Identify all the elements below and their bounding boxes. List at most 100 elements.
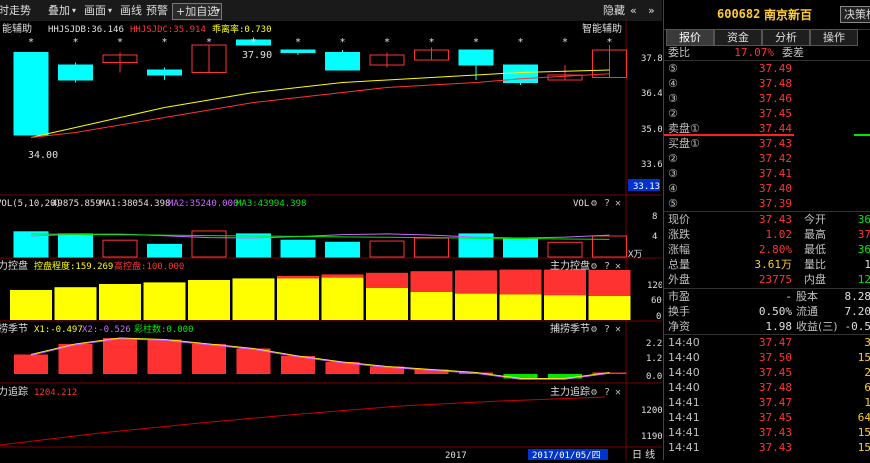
star-marker: *: [295, 37, 301, 48]
zlkp-degree-label: 控盘程度:159.269: [34, 260, 113, 272]
bljj-col-label: 彩柱数:0.000: [134, 323, 194, 335]
expand-right-icon[interactable]: »: [648, 3, 655, 18]
zlkp-title-left: 力控盘: [0, 259, 28, 272]
tick-price: 37.45: [758, 366, 792, 379]
star-marker: *: [117, 37, 123, 48]
axis-label: 0.0: [646, 372, 662, 382]
main-panel-title: 能辅助: [2, 22, 32, 35]
star-marker: *: [384, 37, 390, 48]
tick-row: 14:40 37.50 15: [664, 350, 870, 365]
volume-bar: [147, 243, 182, 258]
star-marker: *: [251, 37, 257, 48]
candle-body: [147, 69, 182, 76]
close-icon[interactable]: ✕: [615, 198, 621, 209]
sell-level-row: 卖盘① 37.44: [664, 121, 870, 136]
stat-value: 12: [857, 273, 870, 286]
ma2-label: MA2:35240.000: [168, 199, 238, 209]
stat2-row: 净资 1.98 收益(三) -0.5: [664, 319, 870, 334]
toolbar-draw[interactable]: 画线: [120, 3, 142, 18]
help-icon[interactable]: ?: [604, 387, 610, 398]
control-bar-yellow: [588, 296, 631, 320]
gear-icon[interactable]: ⚙: [590, 387, 597, 398]
tick-price: 37.43: [758, 426, 792, 439]
buy-level-label: ②: [668, 152, 678, 165]
control-bar-yellow: [366, 288, 408, 320]
gear-icon[interactable]: ⚙: [590, 198, 597, 209]
stat-label: 量比: [804, 258, 826, 271]
tick-price: 37.50: [758, 351, 792, 364]
control-bar-yellow: [54, 287, 97, 320]
sell-level-price: 37.46: [758, 92, 792, 105]
stat-row: 现价 37.43 今开 36: [664, 212, 870, 227]
weibi-value: 17.07%: [734, 46, 774, 59]
star-marker: *: [162, 37, 168, 48]
buy-level-row: ⑤ 37.39: [664, 196, 870, 211]
axis-label: 1200: [641, 406, 662, 416]
tab-analysis[interactable]: 分析: [762, 29, 810, 46]
add-watchlist-button[interactable]: +加自选: [172, 3, 223, 20]
high-mark-label: 37.90: [242, 50, 272, 61]
period-label[interactable]: 日 线: [632, 448, 655, 461]
tab-operation[interactable]: 操作: [810, 29, 858, 46]
gear-icon[interactable]: ⚙: [590, 324, 597, 335]
hide-button[interactable]: 隐藏: [603, 3, 625, 18]
zlzz-title-left: 力追踪: [0, 385, 28, 398]
candle-body: [458, 49, 494, 66]
stat2-row: 市盈 - 股本 8.28: [664, 289, 870, 304]
buy-level-price: 37.40: [758, 182, 792, 195]
stat-label: 最低: [804, 243, 826, 256]
control-bar-red: [499, 269, 542, 295]
season-bar: [58, 344, 93, 374]
tick-row: 14:40 37.47 3: [664, 335, 870, 350]
bljj-title: 捕捞季节: [550, 322, 590, 335]
help-icon[interactable]: ?: [604, 198, 610, 209]
hhjsjdc-label: HHJSJDC:35.914: [130, 25, 206, 35]
stock-name: 南京新百: [764, 8, 813, 22]
season-bar: [14, 354, 48, 374]
decision-button[interactable]: 决策框: [840, 6, 870, 23]
kline-chart[interactable]: 能辅助 HHJSJDB:36.146 HHJSJDC:35.914 乖离率:0.…: [0, 21, 663, 461]
collapse-left-icon[interactable]: «: [630, 3, 637, 18]
chevron-down-icon[interactable]: ▾: [72, 3, 76, 18]
axis-label: 8: [652, 212, 657, 222]
buy-level-label: ④: [668, 182, 678, 195]
volume-bar: [503, 237, 538, 258]
control-bar-yellow: [410, 292, 453, 320]
stat-label: 现价: [668, 213, 690, 226]
toolbar-intraday[interactable]: 时走势: [0, 3, 31, 18]
tick-price: 37.47: [758, 396, 792, 409]
stat-label: 涨跌: [668, 228, 690, 241]
tick-volume: 2: [864, 366, 870, 379]
toolbar-overlay[interactable]: 叠加: [48, 3, 70, 18]
tick-time: 14:40: [668, 336, 700, 349]
tab-funds[interactable]: 资金: [714, 29, 762, 46]
chevron-down-icon[interactable]: ▾: [216, 3, 220, 18]
buy-level-price: 37.43: [758, 137, 792, 150]
stat2-label: 流通: [796, 305, 818, 318]
date-cursor-label: 2017/01/05/四: [532, 451, 601, 460]
sell-level-price: 37.44: [758, 122, 792, 135]
tick-time: 14:41: [668, 411, 700, 424]
chart-area[interactable]: 能辅助 HHJSJDB:36.146 HHJSJDC:35.914 乖离率:0.…: [0, 21, 663, 461]
stat2-label: 股本: [796, 290, 818, 303]
stat2-label: 收益(三): [796, 320, 838, 333]
tick-time: 14:40: [668, 366, 700, 379]
tab-quote[interactable]: 报价: [666, 29, 714, 46]
tick-volume: 1: [864, 396, 870, 409]
buy-level-row: ③ 37.41: [664, 166, 870, 181]
tick-time: 14:41: [668, 441, 700, 454]
star-marker: *: [73, 37, 79, 48]
stat2-label: 换手: [668, 305, 690, 318]
axis-label: 1190: [641, 432, 662, 442]
control-bar-yellow: [544, 295, 586, 320]
buy-level-row: ② 37.42: [664, 151, 870, 166]
toolbar-screen[interactable]: 画面: [84, 3, 106, 18]
help-icon[interactable]: ?: [604, 324, 610, 335]
control-bar-yellow: [188, 280, 230, 320]
chevron-down-icon[interactable]: ▾: [108, 3, 112, 18]
axis-label: 60: [651, 296, 662, 306]
toolbar-alert[interactable]: 预警: [146, 3, 168, 18]
close-icon[interactable]: ✕: [615, 387, 621, 398]
close-icon[interactable]: ✕: [615, 324, 621, 335]
star-marker: *: [518, 37, 524, 48]
